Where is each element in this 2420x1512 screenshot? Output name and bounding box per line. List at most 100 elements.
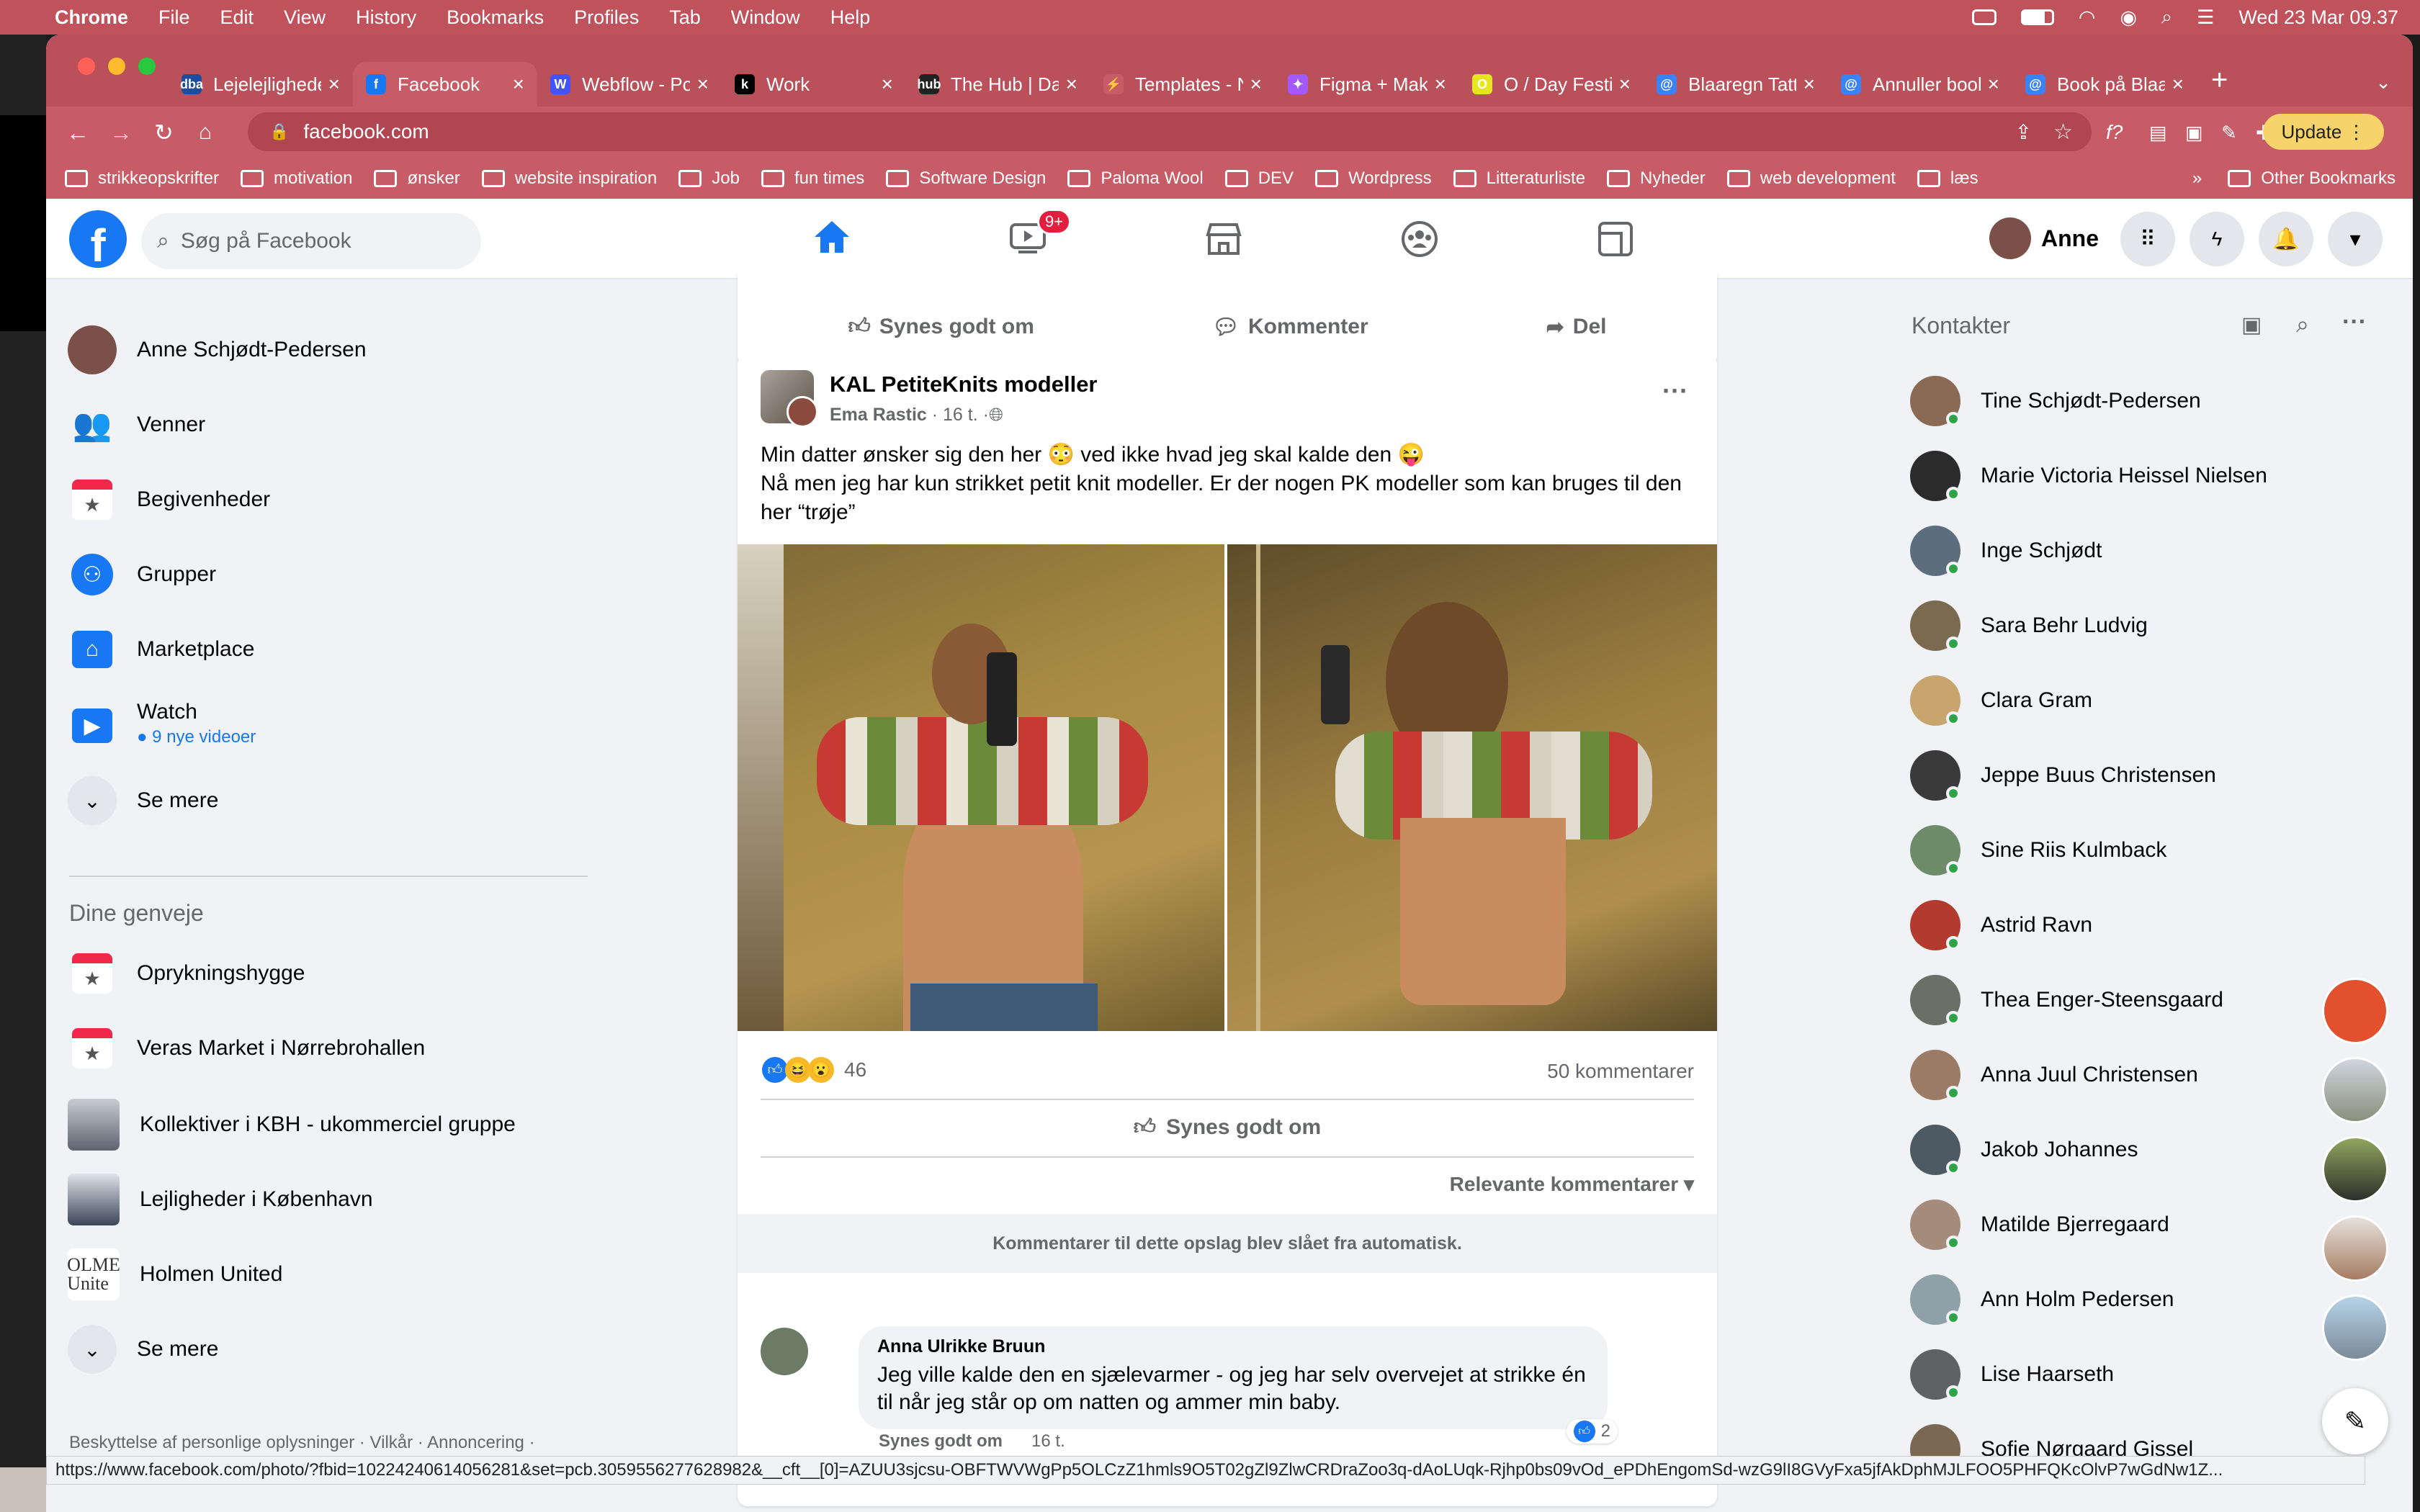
contact-item[interactable]: Anna Juul Christensen (1910, 1050, 2198, 1100)
nav-watch[interactable]: 9+ (938, 199, 1118, 279)
contact-item[interactable]: Clara Gram (1910, 675, 2092, 726)
nav-home[interactable] (742, 199, 922, 279)
author-name[interactable]: Ema Rastic (830, 405, 927, 426)
tab-close-icon[interactable]: × (1619, 73, 1631, 96)
other-bookmarks[interactable]: » Other Bookmarks (2192, 168, 2396, 189)
menu-bookmarks[interactable]: Bookmarks (447, 6, 544, 29)
contact-item[interactable]: Thea Enger-Steensgaard (1910, 975, 2223, 1025)
contact-item[interactable]: Jakob Johannes (1910, 1125, 2138, 1175)
bookmark-item[interactable]: Paloma Wool (1067, 168, 1204, 189)
bookmark-item[interactable]: fun times (761, 168, 864, 189)
bookmark-item[interactable]: DEV (1224, 168, 1294, 189)
bookmark-item[interactable]: Software Design (886, 168, 1046, 189)
chat-head[interactable] (2322, 978, 2388, 1044)
tab-search-icon[interactable]: ⌄ (2375, 71, 2391, 94)
shortcut-item[interactable]: ★ Oprykningshygge (68, 949, 305, 998)
bookmark-item[interactable]: strikkeopskrifter (65, 168, 219, 189)
new-tab-button[interactable]: + (2211, 64, 2228, 96)
menu-file[interactable]: File (158, 6, 190, 29)
video-call-icon[interactable]: ▣ (2241, 312, 2262, 338)
post-photo[interactable] (1227, 544, 1717, 1031)
shortcut-item[interactable]: OLME Unite Holmen United (68, 1248, 282, 1300)
menu-view[interactable]: View (284, 6, 326, 29)
menu-app[interactable]: Chrome (55, 6, 128, 29)
group-name[interactable]: KAL PetiteKnits modeller (830, 372, 1098, 397)
tab-1[interactable]: f Facebook × (353, 62, 537, 107)
messenger-button[interactable]: ϟ (2190, 212, 2244, 266)
menu-tab[interactable]: Tab (669, 6, 701, 29)
shortcut-item[interactable]: ★ Veras Market i Nørrebrohallen (68, 1024, 425, 1073)
contact-item[interactable]: Sara Behr Ludvig (1910, 600, 2148, 651)
contact-item[interactable]: Marie Victoria Heissel Nielsen (1910, 451, 2267, 501)
share-icon[interactable]: ⇪ (2015, 120, 2032, 144)
sidebar-item-marketplace[interactable]: ⌂ Marketplace (68, 625, 254, 674)
commenter-name[interactable]: Anna Ulrikke Bruun (877, 1336, 1589, 1357)
tab-5[interactable]: ⚡ Templates - Notion × (1090, 62, 1275, 107)
post-time[interactable]: 16 t. · (943, 405, 989, 426)
profile-shortcut[interactable]: Anne (1989, 217, 2099, 259)
menu-history[interactable]: History (356, 6, 416, 29)
tab-10[interactable]: @ Book på Blaaregn × (2012, 62, 2197, 107)
chevron-right-icon[interactable]: » (2192, 168, 2202, 189)
contact-item[interactable]: Jeppe Buus Christensen (1910, 750, 2216, 801)
bookmark-item[interactable]: website inspiration (481, 168, 657, 189)
shortcut-item[interactable]: Lejligheder i København (68, 1174, 373, 1225)
spotlight-icon[interactable]: ⌕ (2161, 6, 2172, 29)
bookmark-item[interactable]: Nyheder (1607, 168, 1706, 189)
tab-close-icon[interactable]: × (1066, 73, 1077, 96)
menu-window[interactable]: Window (731, 6, 800, 29)
close-window-button[interactable] (78, 58, 95, 75)
contact-item[interactable]: Tine Schjødt-Pedersen (1910, 376, 2201, 426)
clock[interactable]: Wed 23 Mar 09.37 (2238, 6, 2398, 29)
tab-close-icon[interactable]: × (328, 73, 340, 96)
menu-help[interactable]: Help (830, 6, 871, 29)
notifications-button[interactable]: 🔔 (2259, 212, 2313, 266)
tab-close-icon[interactable]: × (1250, 73, 1262, 96)
forward-icon[interactable]: → (109, 120, 133, 146)
search-input[interactable]: ⌕ Søg på Facebook (141, 213, 481, 269)
tab-2[interactable]: W Webflow - Portfolio × (537, 62, 722, 107)
author-avatar[interactable] (786, 396, 818, 428)
extension-pen-icon[interactable]: ✎ (2221, 122, 2237, 144)
tab-close-icon[interactable]: × (1435, 73, 1446, 96)
menu-profiles[interactable]: Profiles (574, 6, 639, 29)
sidebar-item-profile[interactable]: Anne Schjødt-Pedersen (68, 325, 367, 374)
account-button[interactable]: ▾ (2328, 212, 2383, 266)
home-icon[interactable]: ⌂ (199, 120, 212, 145)
tab-9[interactable]: @ Annuller booking × (1828, 62, 2012, 107)
like-button[interactable]: 👍︎ Synes godt om (738, 1115, 1717, 1140)
user-icon[interactable]: ◉ (2120, 6, 2137, 29)
tab-3[interactable]: k Work × (722, 62, 906, 107)
group-avatar[interactable] (761, 370, 818, 428)
menu-button[interactable]: ⠿ (2120, 212, 2175, 266)
comment-like-button[interactable]: Synes godt om (879, 1431, 1003, 1452)
extension-f-icon[interactable]: f? (2106, 121, 2123, 144)
contact-item[interactable]: Sine Riis Kulmback (1910, 825, 2166, 876)
comment-reactions[interactable]: 👍︎ 2 (1566, 1419, 1618, 1444)
like-button[interactable]: 👍︎ Synes godt om (848, 314, 1034, 340)
tab-close-icon[interactable]: × (1988, 73, 1999, 96)
comments-count[interactable]: 50 kommentarer (1547, 1060, 1694, 1083)
extension-doc-icon[interactable]: ▤ (2149, 122, 2167, 144)
nav-groups[interactable] (1330, 199, 1510, 279)
new-message-button[interactable]: ✎ (2322, 1388, 2388, 1454)
contact-item[interactable]: Matilde Bjerregaard (1910, 1200, 2169, 1250)
sidebar-item-watch[interactable]: ▶ Watch ● 9 nye videoer (68, 700, 256, 749)
chat-head[interactable] (2322, 1295, 2388, 1361)
keyboard-icon[interactable] (1971, 9, 1996, 25)
bookmark-item[interactable]: Wordpress (1315, 168, 1432, 189)
bookmark-star-icon[interactable]: ☆ (2053, 120, 2073, 145)
wifi-icon[interactable]: ◠ (2079, 6, 2096, 29)
bookmark-item[interactable]: motivation (241, 168, 352, 189)
minimize-window-button[interactable] (108, 58, 125, 75)
tab-close-icon[interactable]: × (882, 73, 893, 96)
sidebar-item-friends[interactable]: 👥 Venner (68, 400, 206, 449)
nav-gaming[interactable] (1525, 199, 1706, 279)
bookmark-item[interactable]: web development (1726, 168, 1896, 189)
zoom-window-button[interactable] (138, 58, 156, 75)
tab-close-icon[interactable]: × (697, 73, 709, 96)
tab-close-icon[interactable]: × (2172, 73, 2184, 96)
address-bar[interactable]: 🔒 facebook.com ⇪ ☆ (248, 112, 2092, 151)
bookmark-item[interactable]: Job (678, 168, 740, 189)
nav-marketplace[interactable] (1134, 199, 1314, 279)
